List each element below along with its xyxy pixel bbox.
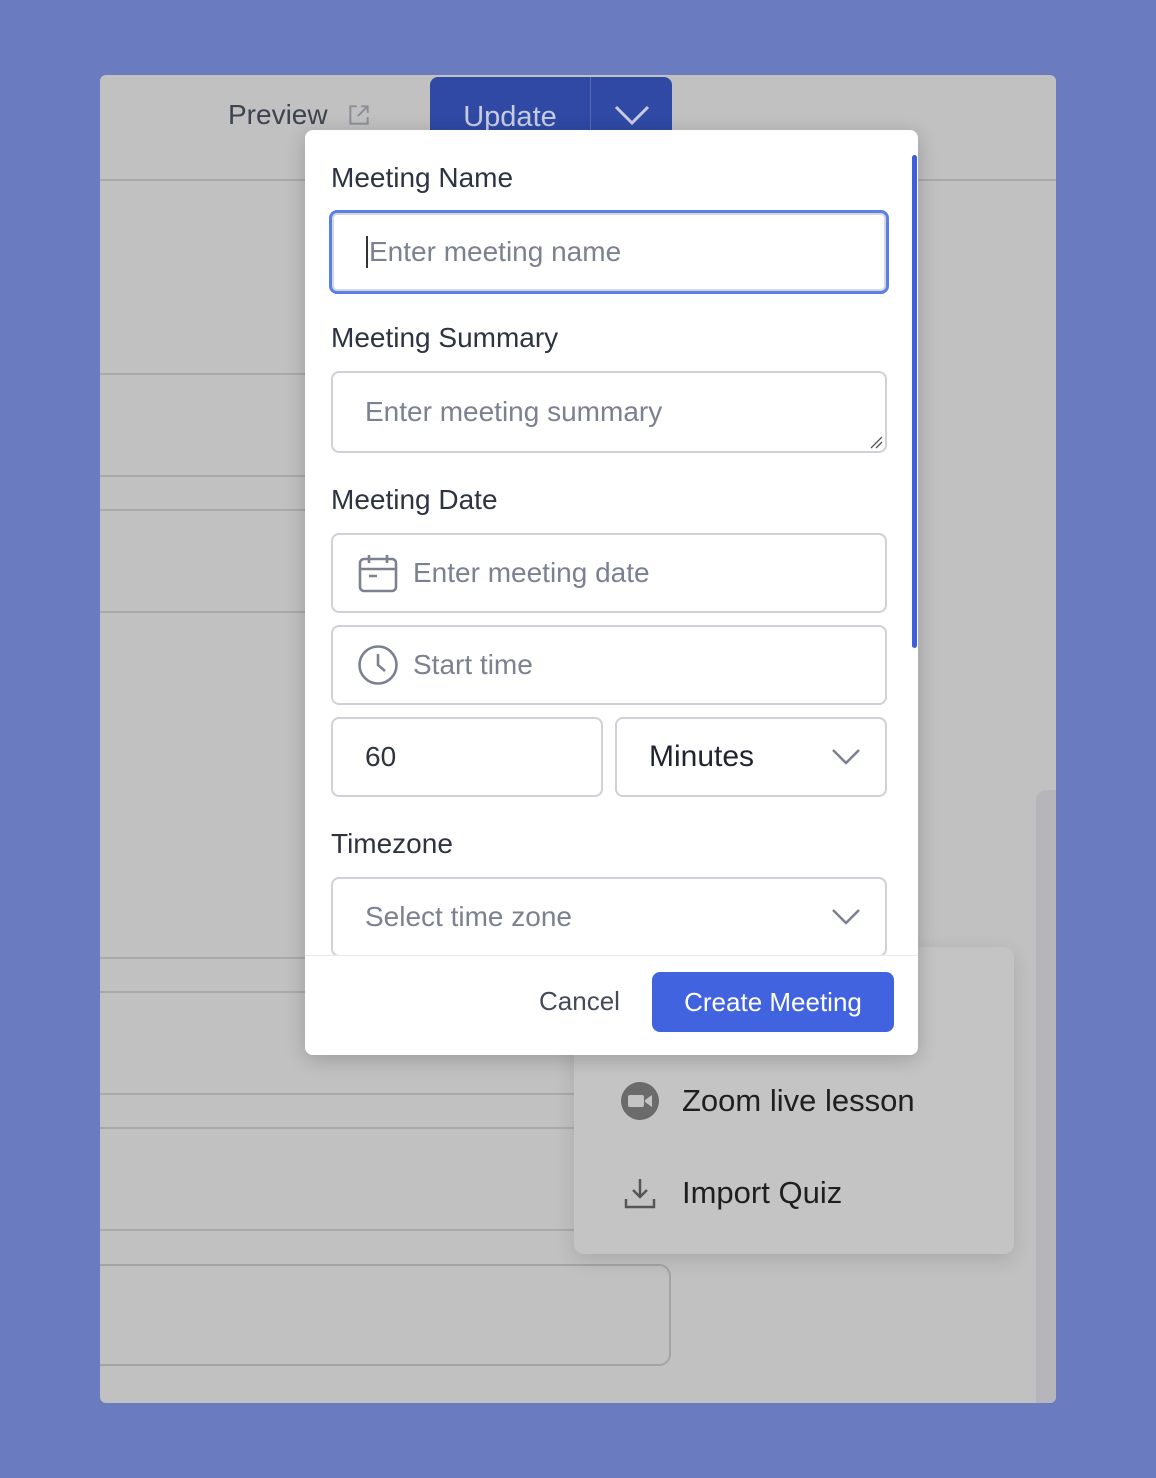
content-box — [100, 1264, 671, 1366]
divider — [100, 1127, 580, 1129]
update-dropdown-toggle[interactable] — [591, 77, 672, 137]
duration-value: 60 — [365, 741, 397, 772]
video-camera-icon — [621, 1082, 659, 1120]
duration-unit-select[interactable]: Minutes — [615, 717, 887, 797]
resize-handle-icon — [870, 436, 883, 449]
divider — [100, 373, 310, 375]
duration-input[interactable]: 60 — [331, 717, 603, 797]
update-split-button: Update — [430, 77, 672, 137]
meeting-date-placeholder: Enter meeting date — [413, 557, 650, 588]
preview-link[interactable]: Preview — [228, 99, 372, 131]
start-time-placeholder: Start time — [413, 649, 533, 680]
divider — [100, 957, 310, 959]
meeting-date-label: Meeting Date — [331, 484, 498, 515]
chevron-down-icon — [832, 909, 860, 925]
create-meeting-label: Create Meeting — [684, 986, 862, 1017]
meeting-summary-placeholder: Enter meeting summary — [365, 396, 663, 427]
external-link-icon — [348, 105, 369, 125]
side-strip — [1036, 790, 1056, 1403]
create-meeting-button[interactable]: Create Meeting — [652, 972, 894, 1032]
timezone-placeholder: Select time zone — [365, 901, 572, 932]
clock-icon — [358, 645, 398, 685]
chevron-down-icon — [832, 749, 860, 765]
duration-unit-value: Minutes — [649, 740, 755, 773]
chevron-down-icon — [614, 105, 649, 126]
meeting-summary-textarea[interactable]: Enter meeting summary — [331, 371, 887, 453]
menu-item-zoom-live-lesson[interactable]: Zoom live lesson — [620, 1081, 915, 1121]
update-button[interactable]: Update — [430, 77, 591, 137]
meeting-name-input[interactable]: Enter meeting name — [329, 210, 889, 294]
divider — [100, 509, 310, 511]
download-icon — [624, 1179, 656, 1209]
update-label: Update — [463, 100, 557, 133]
scrollbar[interactable] — [912, 155, 917, 648]
dialog-footer: Cancel Create Meeting — [305, 955, 918, 1055]
calendar-icon — [358, 555, 398, 593]
timezone-select[interactable]: Select time zone — [331, 877, 887, 957]
meeting-name-label: Meeting Name — [331, 162, 514, 193]
create-meeting-dialog: Meeting Name Enter meeting name Meeting … — [305, 130, 918, 1055]
timezone-label: Timezone — [331, 828, 453, 859]
divider — [100, 611, 310, 613]
meeting-summary-label: Meeting Summary — [331, 322, 559, 353]
divider — [100, 1229, 580, 1231]
cancel-button[interactable]: Cancel — [539, 986, 620, 1017]
meeting-date-input[interactable]: Enter meeting date — [331, 533, 887, 613]
divider — [100, 475, 310, 477]
preview-label: Preview — [228, 99, 328, 130]
menu-item-import-quiz[interactable]: Import Quiz — [620, 1173, 842, 1213]
divider — [100, 991, 310, 993]
menu-item-label: Import Quiz — [682, 1175, 843, 1210]
start-time-input[interactable]: Start time — [331, 625, 887, 705]
meeting-name-placeholder: Enter meeting name — [366, 236, 621, 268]
divider — [100, 1093, 580, 1095]
menu-item-label: Zoom live lesson — [682, 1083, 915, 1118]
